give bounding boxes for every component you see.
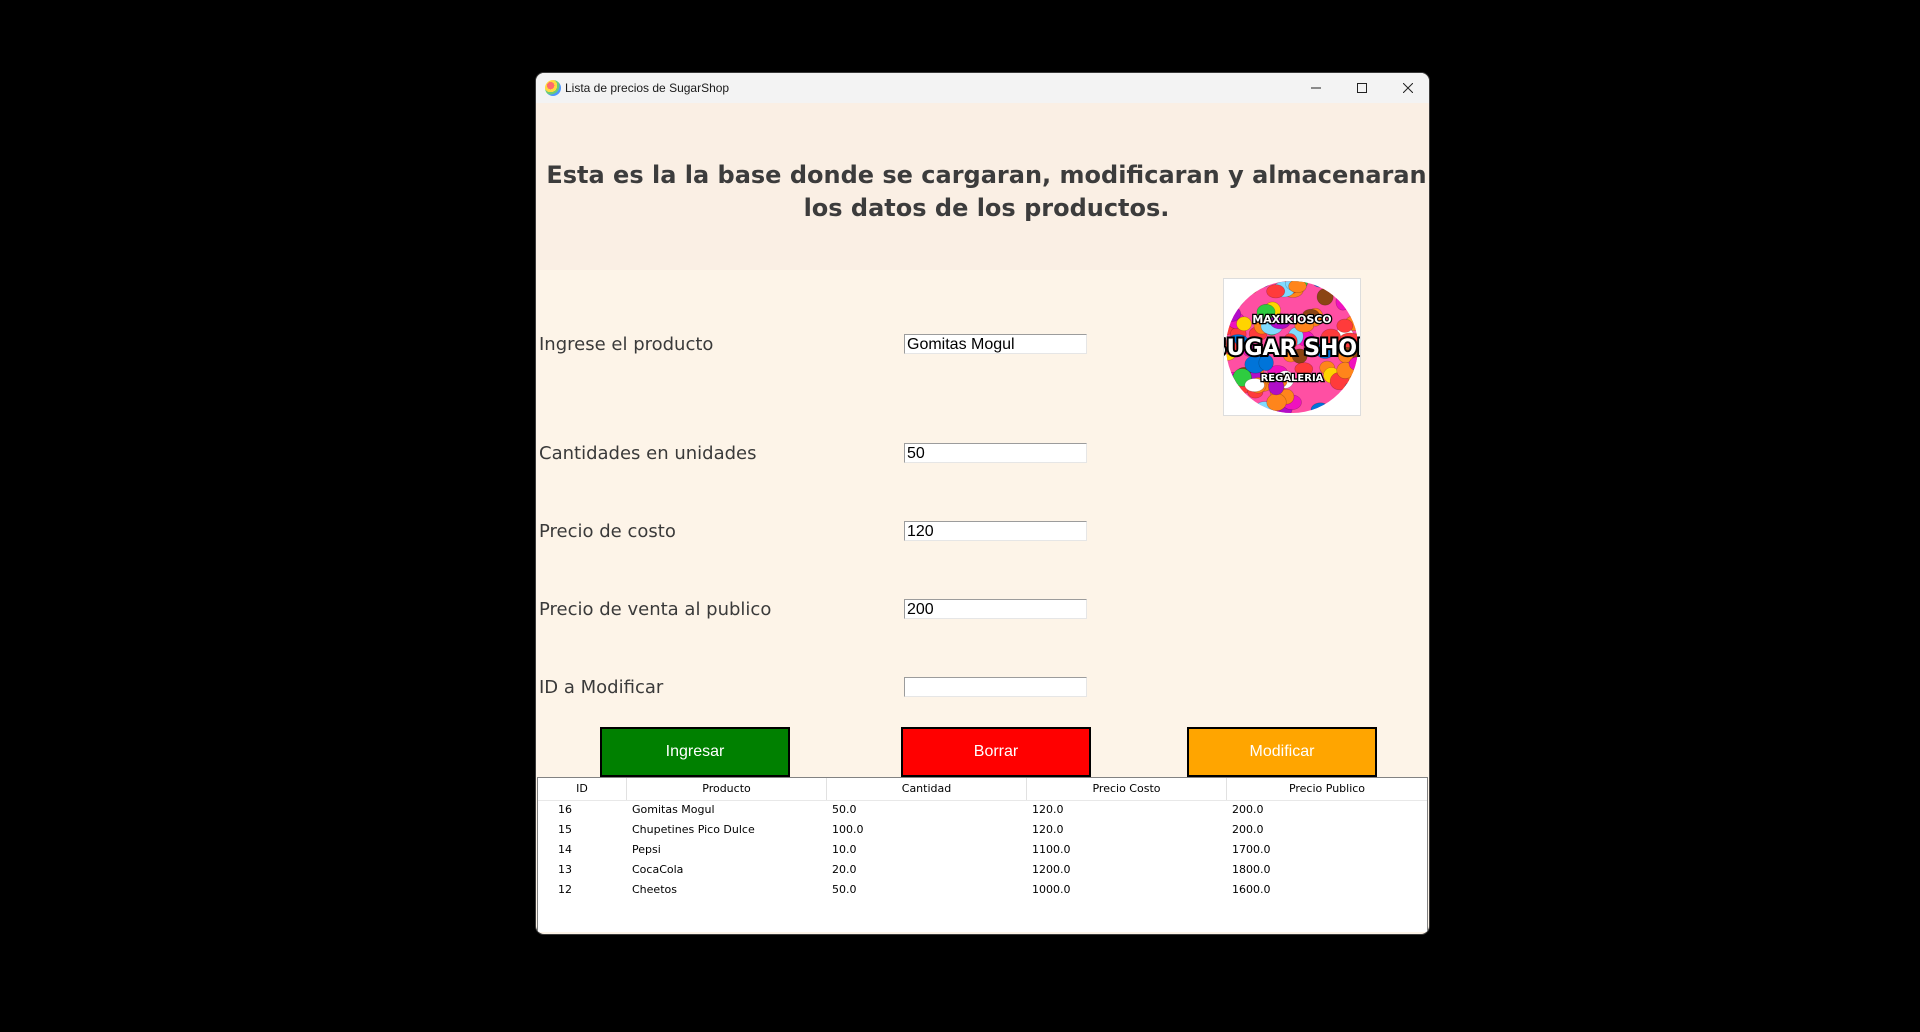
column-header-precio-publico[interactable]: Precio Publico [1227, 778, 1427, 800]
window-title: Lista de precios de SugarShop [565, 81, 730, 95]
producto-input[interactable]: Gomitas Mogul [904, 334, 1087, 354]
cell-producto: CocaCola [632, 863, 684, 876]
candy-dot [1227, 281, 1246, 294]
page-headline: Esta es la la base donde se cargaran, mo… [546, 161, 1427, 222]
candy-app-icon [545, 80, 561, 96]
column-header-precio-costo[interactable]: Precio Costo [1027, 778, 1227, 800]
productos-table[interactable]: ID Producto Cantidad Precio Costo Precio… [537, 777, 1428, 932]
column-header-cantidad[interactable]: Cantidad [827, 778, 1027, 800]
cell-cantidad: 100.0 [832, 823, 864, 836]
venta-input[interactable]: 200 [904, 599, 1087, 619]
candy-dot [1344, 396, 1358, 413]
cell-cantidad: 50.0 [832, 883, 857, 896]
candy-dot [1266, 284, 1286, 299]
cell-precio-costo: 1000.0 [1032, 883, 1071, 896]
cell-cantidad: 10.0 [832, 843, 857, 856]
maximize-button[interactable] [1339, 73, 1385, 103]
candy-dot [1236, 281, 1257, 286]
cell-id: 15 [558, 823, 572, 836]
candy-dot [1236, 281, 1260, 295]
candy-dot [1288, 281, 1307, 293]
cell-precio-costo: 120.0 [1032, 823, 1064, 836]
cell-id: 12 [558, 883, 572, 896]
cell-cantidad: 20.0 [832, 863, 857, 876]
sugar-shop-logo: MAXIKIOSCO SUGAR SHOP REGALERIA [1223, 278, 1361, 416]
title-bar[interactable]: Lista de precios de SugarShop [536, 73, 1429, 103]
candy-dot [1316, 288, 1334, 306]
candy-dot [1310, 402, 1331, 413]
column-header-producto[interactable]: Producto [627, 778, 827, 800]
table-row[interactable]: 15 Chupetines Pico Dulce 100.0 120.0 200… [538, 820, 1427, 840]
cell-precio-publico: 200.0 [1232, 823, 1264, 836]
id-input[interactable] [904, 677, 1087, 697]
cell-precio-publico: 1700.0 [1232, 843, 1271, 856]
candy-dot [1343, 284, 1358, 298]
cell-id: 13 [558, 863, 572, 876]
table-row[interactable]: 14 Pepsi 10.0 1100.0 1700.0 [538, 840, 1427, 860]
logo-bottom-text: REGALERIA [1261, 373, 1324, 384]
candy-dot [1266, 393, 1287, 412]
minimize-button[interactable] [1293, 73, 1339, 103]
candy-dot [1227, 281, 1244, 296]
cell-precio-publico: 1800.0 [1232, 863, 1271, 876]
cell-precio-publico: 1600.0 [1232, 883, 1271, 896]
logo-top-text: MAXIKIOSCO [1252, 313, 1331, 326]
maximize-icon [1357, 83, 1367, 93]
close-button[interactable] [1385, 73, 1429, 103]
cell-id: 16 [558, 803, 572, 816]
cell-precio-publico: 200.0 [1232, 803, 1264, 816]
table-row[interactable]: 13 CocaCola 20.0 1200.0 1800.0 [538, 860, 1427, 880]
cell-producto: Cheetos [632, 883, 677, 896]
cell-producto: Pepsi [632, 843, 661, 856]
modificar-button[interactable]: Modificar [1187, 727, 1377, 777]
column-header-id[interactable]: ID [538, 778, 627, 800]
candy-dot [1227, 289, 1245, 308]
close-icon [1403, 83, 1413, 93]
cantidad-input[interactable]: 50 [904, 443, 1087, 463]
cell-precio-costo: 1100.0 [1032, 843, 1071, 856]
candy-dot [1336, 318, 1354, 333]
id-label: ID a Modificar [539, 677, 664, 698]
cell-precio-costo: 120.0 [1032, 803, 1064, 816]
table-header: ID Producto Cantidad Precio Costo Precio… [538, 778, 1427, 801]
app-window: Lista de precios de SugarShop Esta es la… [536, 73, 1429, 934]
table-row[interactable]: 16 Gomitas Mogul 50.0 120.0 200.0 [538, 800, 1427, 820]
cell-precio-costo: 1200.0 [1032, 863, 1071, 876]
logo-main-text: SUGAR SHOP [1224, 336, 1360, 361]
cell-producto: Gomitas Mogul [632, 803, 715, 816]
cell-id: 14 [558, 843, 572, 856]
ingresar-button[interactable]: Ingresar [600, 727, 790, 777]
cell-producto: Chupetines Pico Dulce [632, 823, 755, 836]
costo-input[interactable]: 120 [904, 521, 1087, 541]
cell-cantidad: 50.0 [832, 803, 857, 816]
venta-label: Precio de venta al publico [539, 599, 772, 620]
borrar-button[interactable]: Borrar [901, 727, 1091, 777]
minimize-icon [1311, 87, 1321, 89]
candy-dot [1236, 316, 1252, 332]
candy-dot [1335, 292, 1351, 311]
producto-label: Ingrese el producto [539, 334, 714, 355]
table-row[interactable]: 12 Cheetos 50.0 1000.0 1600.0 [538, 880, 1427, 900]
costo-label: Precio de costo [539, 521, 676, 542]
cantidad-label: Cantidades en unidades [539, 443, 757, 464]
